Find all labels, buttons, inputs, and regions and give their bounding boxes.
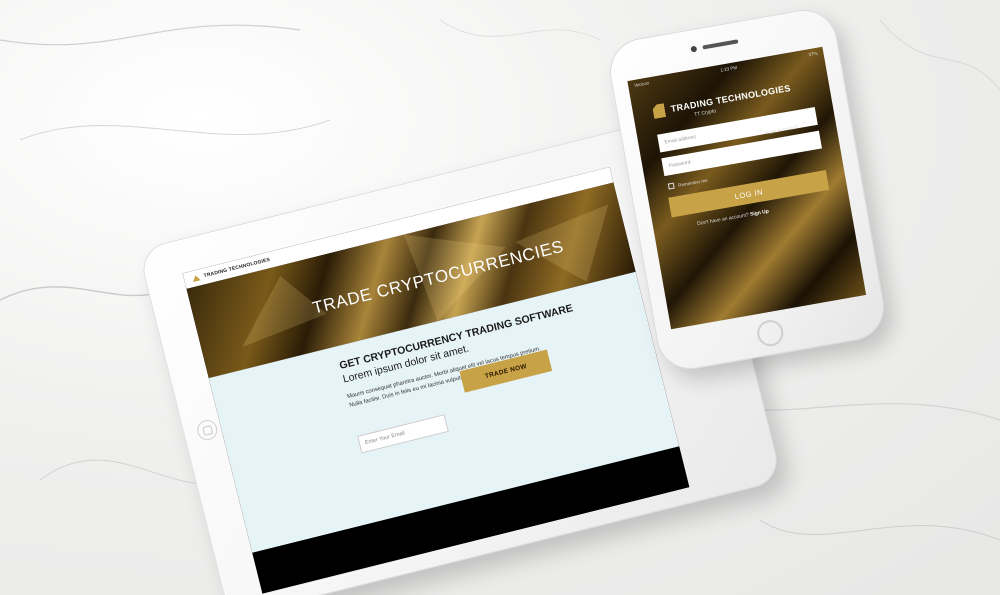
signup-row: Don't have an account? Sign Up xyxy=(697,209,770,228)
battery-label: 37% xyxy=(807,50,818,57)
carrier-label: Verizon xyxy=(633,79,650,88)
brand-logo-icon xyxy=(652,103,666,119)
email-input[interactable]: Enter Your Email xyxy=(357,414,449,454)
time-label: 1:23 PM xyxy=(719,64,738,73)
brand-logo-icon xyxy=(192,274,201,282)
login-button[interactable]: LOG IN xyxy=(668,170,830,218)
remember-checkbox[interactable] xyxy=(667,182,675,190)
signup-prompt: Don't have an account? xyxy=(696,212,750,228)
app-brand-title: TRADING TECHNOLOGIES xyxy=(669,82,792,114)
signup-link[interactable]: Sign Up xyxy=(750,209,770,218)
app-brand: TRADING TECHNOLOGIES xyxy=(652,81,792,119)
remember-me[interactable]: Remember me xyxy=(667,177,708,190)
remember-label: Remember me xyxy=(677,177,708,188)
